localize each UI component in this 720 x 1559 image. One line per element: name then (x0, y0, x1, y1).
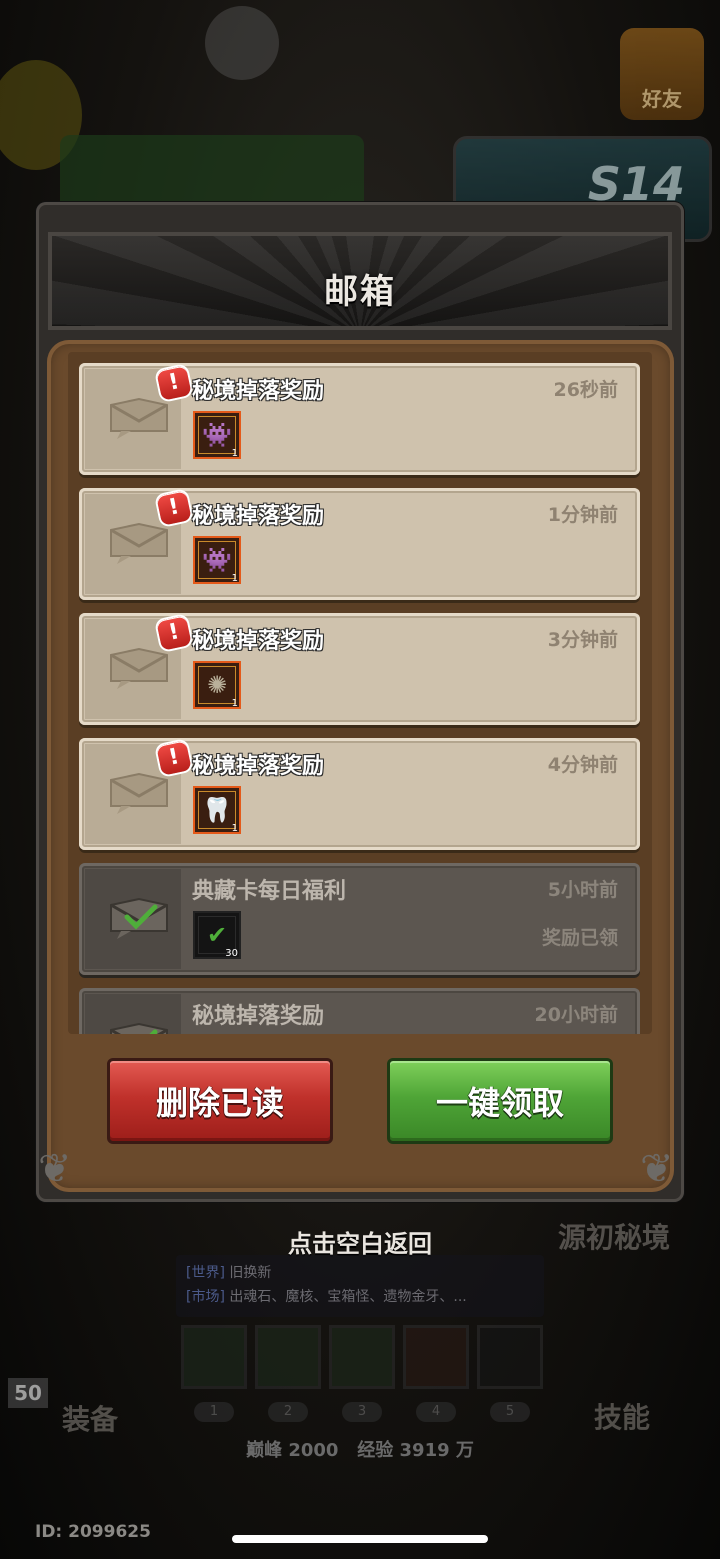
mail-item[interactable]: ! 秘境掉落奖励 1分钟前 👾 1 (79, 488, 640, 600)
friend-button[interactable]: 好友 (620, 28, 704, 120)
delete-read-button[interactable]: 删除已读 (107, 1058, 333, 1144)
slot-number: 5 (490, 1402, 530, 1422)
reward-item-slot[interactable]: ✺ 1 (193, 661, 241, 709)
mail-title: 秘境掉落奖励 (192, 504, 325, 529)
friend-button-label: 好友 (642, 87, 682, 111)
chat-line-market: [市场] 出魂石、魔核、宝箱怪、遗物金牙、... (186, 1285, 534, 1309)
mailbox-header: 邮箱 (48, 232, 672, 330)
mailbox-title: 邮箱 (324, 272, 396, 312)
mail-title: 秘境掉落奖励 (192, 1004, 325, 1029)
envelope-icon (110, 397, 168, 439)
unread-alert-badge: ! (156, 615, 192, 651)
mail-timestamp: 3分钟前 (547, 629, 618, 651)
envelope-icon (110, 772, 168, 814)
slot-number: 3 (342, 1402, 382, 1422)
chat-text-market: 出魂石、魔核、宝箱怪、遗物金牙、... (229, 1289, 467, 1305)
stone-core-icon: ✺ (198, 666, 236, 704)
skill-slot-1[interactable] (181, 1325, 247, 1389)
corner-ornament-right: ❦ (640, 1146, 674, 1192)
player-level: 50 (8, 1378, 48, 1408)
reward-quantity: 1 (231, 823, 238, 834)
opened-envelope-icon (110, 1022, 168, 1034)
purple-monster-icon: 👾 (198, 416, 236, 454)
slot-number: 2 (268, 1402, 308, 1422)
skill-slot-2[interactable] (255, 1325, 321, 1389)
chat-text-world: 旧换新 (229, 1265, 272, 1281)
decor-ball (205, 6, 279, 80)
mail-title: 秘境掉落奖励 (192, 629, 325, 654)
chat-line-world: [世界] 旧换新 (186, 1261, 534, 1285)
reward-item-slot[interactable]: ✔ 30 (193, 911, 241, 959)
reward-item-slot[interactable]: 👾 1 (193, 536, 241, 584)
reward-quantity: 1 (231, 698, 238, 709)
slot-number: 4 (416, 1402, 456, 1422)
mail-icon-box (85, 994, 181, 1034)
mail-list[interactable]: ! 秘境掉落奖励 26秒前 👾 1! 秘境掉落奖励 1分钟前 👾 1! 秘境掉落奖励 3分钟前 ✺ 1!… (68, 352, 652, 1034)
envelope-icon (110, 522, 168, 564)
user-id: ID: 2099625 (35, 1522, 151, 1542)
mail-timestamp: 1分钟前 (547, 504, 618, 526)
equipment-label[interactable]: 装备 (62, 1398, 118, 1438)
purple-monster-icon: 👾 (198, 541, 236, 579)
opened-envelope-icon (110, 897, 168, 939)
peak-value: 巅峰 2000 (246, 1440, 339, 1461)
mail-timestamp: 20小时前 (534, 1004, 618, 1026)
mail-title: 秘境掉落奖励 (192, 379, 325, 404)
mail-item[interactable]: ! 秘境掉落奖励 3分钟前 ✺ 1 (79, 613, 640, 725)
reward-quantity: 1 (231, 573, 238, 584)
reward-quantity: 1 (231, 448, 238, 459)
skills-label[interactable]: 技能 (594, 1396, 650, 1436)
mail-icon-box (85, 869, 181, 969)
envelope-icon (110, 647, 168, 689)
unread-alert-badge: ! (156, 490, 192, 526)
chat-preview[interactable]: [世界] 旧换新 [市场] 出魂石、魔核、宝箱怪、遗物金牙、... (176, 1255, 544, 1317)
claim-all-button[interactable]: 一键领取 (387, 1058, 613, 1144)
mail-timestamp: 4分钟前 (547, 754, 618, 776)
exp-value: 经验 3919 万 (357, 1440, 474, 1461)
mail-timestamp: 26秒前 (553, 379, 618, 401)
reward-item-slot[interactable]: 🦷 1 (193, 786, 241, 834)
peak-exp-stats: 巅峰 2000 经验 3919 万 (0, 1436, 720, 1462)
mail-timestamp: 5小时前 (547, 879, 618, 901)
reward-claimed-status: 奖励已领 (541, 927, 618, 949)
feature-source-realm-label[interactable]: 源初秘境 (558, 1216, 670, 1256)
unread-alert-badge: ! (156, 740, 192, 776)
corner-ornament-left: ❦ (38, 1146, 72, 1192)
mail-item[interactable]: ! 秘境掉落奖励 4分钟前 🦷 1 (79, 738, 640, 850)
reward-item-slot[interactable]: 👾 1 (193, 411, 241, 459)
skill-slot-3[interactable] (329, 1325, 395, 1389)
mail-item[interactable]: 典藏卡每日福利 5小时前奖励已领 ✔ 30 (79, 863, 640, 975)
home-indicator[interactable] (232, 1535, 488, 1543)
slot-number: 1 (194, 1402, 234, 1422)
reward-quantity: 30 (225, 948, 238, 959)
mail-item[interactable]: 秘境掉落奖励20小时前👾1 (79, 988, 640, 1034)
mail-title: 秘境掉落奖励 (192, 754, 325, 779)
mail-item[interactable]: ! 秘境掉落奖励 26秒前 👾 1 (79, 363, 640, 475)
mail-title: 典藏卡每日福利 (192, 879, 347, 904)
gold-tooth-icon: 🦷 (198, 791, 236, 829)
skill-slot-4[interactable] (403, 1325, 469, 1389)
chat-tag-world: [世界] (186, 1265, 225, 1281)
chat-tag-market: [市场] (186, 1289, 225, 1305)
unread-alert-badge: ! (156, 365, 192, 401)
skill-slot-5[interactable] (477, 1325, 543, 1389)
